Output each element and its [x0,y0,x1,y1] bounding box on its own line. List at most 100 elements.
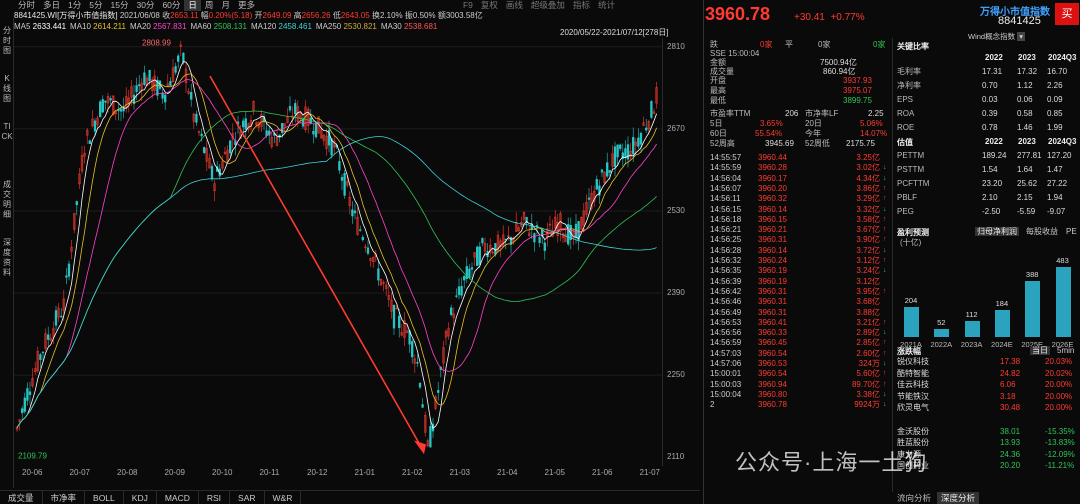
leftnav-0[interactable]: 分时图 [1,26,13,56]
tick-volume: 2.89亿 [856,328,880,338]
tick-row[interactable]: 14:56:28 3960.14 3.72亿 ↓ [710,246,890,255]
period-3[interactable]: 5分 [85,0,106,11]
period-5[interactable]: 30分 [132,0,158,11]
stat-value: 5日 [710,119,723,128]
leftnav-1[interactable]: K线图 [1,74,13,104]
mover-price: 17.38 [1000,357,1021,366]
candle-body [41,351,45,354]
period-8[interactable]: 周 [201,0,218,11]
forecast-tab-profit[interactable]: 归母净利润 [975,227,1019,236]
indicator-tab-7[interactable]: W&R [265,491,302,504]
tick-row[interactable]: 14:56:04 3960.17 4.34亿 ↓ [710,174,890,183]
mover-name[interactable]: 佳云科技 [897,380,929,389]
forecast-bar-value: 388 [1025,269,1039,279]
candle-body [543,242,546,251]
up-arrow-icon: ↑ [883,318,887,326]
indicator-tab-3[interactable]: KDJ [124,491,157,504]
tick-row[interactable]: 14:56:59 3960.45 2.85亿 ↑ [710,338,890,347]
candle-body [312,131,315,135]
tool-0[interactable]: F9 [459,0,477,11]
stat-value: 7500.94亿 [820,58,857,67]
indicator-tab-2[interactable]: BOLL [85,491,124,504]
stat-value: 60日 [710,129,727,138]
movers-tab-day[interactable]: 当日 [1030,346,1050,355]
tick-price: 3960.31 [758,286,787,296]
tool-3[interactable]: 超级叠加 [527,0,569,11]
tick-row[interactable]: 14:57:03 3960.54 2.60亿 ↑ [710,349,890,358]
period-6[interactable]: 60分 [158,0,184,11]
tick-row[interactable]: 15:00:03 3960.94 89.70亿 ↑ [710,380,890,389]
mover-name[interactable]: 节能铁汉 [897,392,929,401]
leftnav-2[interactable]: TICK [1,122,13,142]
wind-concept-link[interactable]: Wind概念指数 ▾ [968,31,1025,42]
tick-row[interactable]: 14:55:57 3960.44 3.25亿 [710,153,890,162]
tick-price: 3960.14 [758,204,787,214]
tick-row[interactable]: 14:56:11 3960.32 3.29亿 ↑ [710,194,890,203]
candle-body [65,275,68,278]
candle-body [639,132,643,145]
tick-price: 3960.17 [758,173,787,183]
indicator-tab-4[interactable]: MACD [157,491,199,504]
period-10[interactable]: 更多 [234,0,259,11]
tick-row[interactable]: 2 3960.78 9924万 ↓ [710,400,890,409]
period-7[interactable]: 日 [184,0,201,11]
indicator-tab-1[interactable]: 市净率 [43,491,86,504]
tick-row[interactable]: 14:56:53 3960.41 3.21亿 ↑ [710,318,890,327]
period-1[interactable]: 多日 [39,0,64,11]
candle-body [645,127,648,131]
tick-row[interactable]: 14:56:25 3960.31 3.90亿 ↑ [710,235,890,244]
ma-line [16,61,657,429]
tick-row[interactable]: 14:55:59 3960.28 3.02亿 ↓ [710,163,890,172]
tick-row[interactable]: 14:56:07 3960.20 3.86亿 ↑ [710,184,890,193]
period-9[interactable]: 月 [217,0,234,11]
analysis-tab-1[interactable]: 深度分析 [937,492,980,504]
tick-row[interactable]: 14:57:06 3960.53 324万 ↓ [710,359,890,368]
period-2[interactable]: 1分 [64,0,85,11]
tick-row[interactable]: 15:00:01 3960.54 5.60亿 ↑ [710,369,890,378]
ma-line [16,110,657,428]
tick-row[interactable]: 14:56:21 3960.21 3.67亿 ↑ [710,225,890,234]
mover-name[interactable]: 锐仪科技 [897,357,929,366]
up-arrow-icon: ↑ [883,184,887,192]
tick-row[interactable]: 14:56:39 3960.19 3.12亿 [710,277,890,286]
ma-value-6: 2538.681 [403,22,438,31]
analysis-tab-0[interactable]: 流向分析 [893,492,935,504]
indicator-tab-0[interactable]: 成交量 [0,491,43,504]
leftnav-3[interactable]: 成交明细 [1,180,13,220]
period-4[interactable]: 15分 [107,0,133,11]
mover-name[interactable]: 酷特智能 [897,369,929,378]
candle-body [416,362,419,364]
tick-row[interactable]: 14:56:49 3960.31 3.88亿 [710,308,890,317]
kline-chart[interactable]: 2808.99 2109.79 [14,38,662,466]
tick-row[interactable]: 14:56:56 3960.33 2.89亿 ↓ [710,328,890,337]
movers-title: 涨跌幅 [897,347,921,356]
tool-2[interactable]: 画线 [502,0,527,11]
forecast-bar-value: 184 [995,299,1009,309]
mover-name[interactable]: 金沃股份 [897,427,929,436]
tool-4[interactable]: 指标 [569,0,594,11]
stat-value: 市净率LF [805,109,839,118]
tool-1[interactable]: 复权 [477,0,502,11]
period-0[interactable]: 分时 [14,0,39,11]
tick-row[interactable]: 14:56:35 3960.19 3.24亿 ↓ [710,266,890,275]
candle-body [533,233,536,243]
val-row-value: 2.15 [1017,193,1033,202]
tick-row[interactable]: 14:56:32 3960.24 3.12亿 ↑ [710,256,890,265]
candle-body [210,165,214,180]
tool-5[interactable]: 统计 [594,0,619,11]
indicator-tab-5[interactable]: RSI [199,491,231,504]
leftnav-4[interactable]: 深度资料 [1,238,13,278]
movers-tab-5min[interactable]: 5min [1057,346,1074,355]
buy-button[interactable]: 买 [1055,3,1079,25]
tick-row[interactable]: 14:56:42 3960.31 3.95亿 ↑ [710,287,890,296]
indicator-tab-6[interactable]: SAR [230,491,265,504]
tick-row[interactable]: 14:56:18 3960.15 3.58亿 ↑ [710,215,890,224]
forecast-tab-pe[interactable]: PE [1066,227,1077,236]
tick-row[interactable]: 14:56:15 3960.14 3.32亿 ↓ [710,205,890,214]
mover-name[interactable]: 欣灵电气 [897,403,929,412]
forecast-tab-eps[interactable]: 每股收益 [1026,227,1058,236]
tick-row[interactable]: 15:00:04 3960.80 3.38亿 ↓ [710,390,890,399]
tick-row[interactable]: 14:56:46 3960.31 3.68亿 [710,297,890,306]
key-year: 2022 [985,53,1003,62]
candle-body [359,229,362,231]
